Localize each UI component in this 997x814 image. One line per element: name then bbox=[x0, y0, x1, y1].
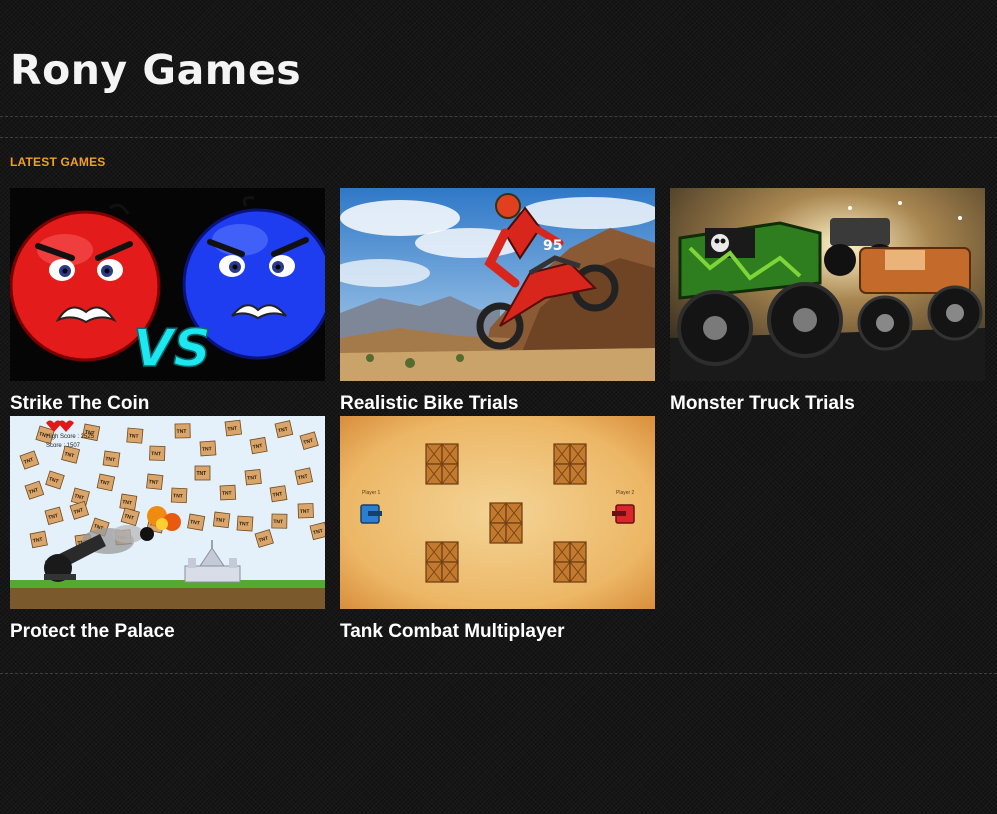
svg-text:TNT: TNT bbox=[173, 493, 183, 500]
game-card-tank-combat-multiplayer[interactable]: Player 1 Player 2 Tank Combat Multiplaye… bbox=[340, 416, 655, 643]
game-title-strike-the-coin[interactable]: Strike The Coin bbox=[10, 393, 325, 415]
svg-text:Player 1: Player 1 bbox=[362, 490, 381, 496]
latest-games-heading: LATEST GAMES bbox=[10, 155, 106, 169]
game-card-monster-truck-trials[interactable]: Monster Truck Trials bbox=[670, 188, 985, 415]
svg-text:VS: VS bbox=[133, 319, 211, 379]
divider-header bbox=[0, 137, 997, 138]
divider-bottom bbox=[0, 673, 997, 674]
game-thumbnail-realistic-bike-trials[interactable]: 95 bbox=[340, 188, 655, 381]
svg-text:TNT: TNT bbox=[129, 433, 139, 440]
svg-text:Score : 1507: Score : 1507 bbox=[46, 443, 81, 449]
game-thumbnail-strike-the-coin[interactable]: VS bbox=[10, 188, 325, 381]
game-thumbnail-monster-truck-trials[interactable] bbox=[670, 188, 985, 381]
svg-text:High Score : 2525: High Score : 2525 bbox=[46, 434, 95, 440]
svg-text:TNT: TNT bbox=[273, 519, 283, 525]
game-thumbnail-protect-the-palace[interactable]: TNT TNT TNT TNT TNT TNT TNT TNT TNT TNT TNT TNT TNT T… bbox=[10, 416, 325, 609]
monster-trucks-icon bbox=[670, 188, 985, 381]
game-title-tank-combat-multiplayer[interactable]: Tank Combat Multiplayer bbox=[340, 621, 655, 643]
game-card-protect-the-palace[interactable]: TNT TNT TNT TNT TNT TNT TNT TNT TNT TNT TNT TNT TNT T… bbox=[10, 416, 325, 643]
svg-text:TNT: TNT bbox=[227, 426, 237, 433]
svg-text:TNT: TNT bbox=[247, 475, 257, 482]
game-title-realistic-bike-trials[interactable]: Realistic Bike Trials bbox=[340, 393, 655, 415]
svg-text:TNT: TNT bbox=[222, 490, 232, 497]
svg-text:TNT: TNT bbox=[148, 479, 158, 486]
tank-arena-icon: Player 1 Player 2 bbox=[340, 416, 655, 609]
cannon-and-tnt-icon: TNT TNT TNT TNT TNT TNT TNT TNT TNT TNT TNT TNT TNT T… bbox=[10, 416, 325, 609]
game-card-strike-the-coin[interactable]: VS Strike The Coin bbox=[10, 188, 325, 415]
svg-text:TNT: TNT bbox=[151, 451, 161, 457]
site-title[interactable]: Rony Games bbox=[10, 44, 301, 96]
game-title-monster-truck-trials[interactable]: Monster Truck Trials bbox=[670, 393, 985, 415]
svg-text:Player 2: Player 2 bbox=[616, 490, 635, 496]
svg-text:95: 95 bbox=[543, 238, 562, 254]
svg-text:TNT: TNT bbox=[202, 446, 212, 453]
game-thumbnail-tank-combat-multiplayer[interactable]: Player 1 Player 2 bbox=[340, 416, 655, 609]
game-card-realistic-bike-trials[interactable]: 95 Realistic Bike Trials bbox=[340, 188, 655, 415]
motocross-rider-icon: 95 bbox=[340, 188, 655, 381]
game-title-protect-the-palace[interactable]: Protect the Palace bbox=[10, 621, 325, 643]
svg-text:TNT: TNT bbox=[239, 521, 249, 528]
svg-text:TNT: TNT bbox=[215, 517, 225, 524]
angry-faces-vs-icon: VS bbox=[10, 188, 325, 381]
svg-text:TNT: TNT bbox=[197, 471, 207, 477]
svg-text:TNT: TNT bbox=[300, 509, 310, 515]
divider-top bbox=[0, 116, 997, 117]
svg-text:TNT: TNT bbox=[177, 429, 187, 435]
